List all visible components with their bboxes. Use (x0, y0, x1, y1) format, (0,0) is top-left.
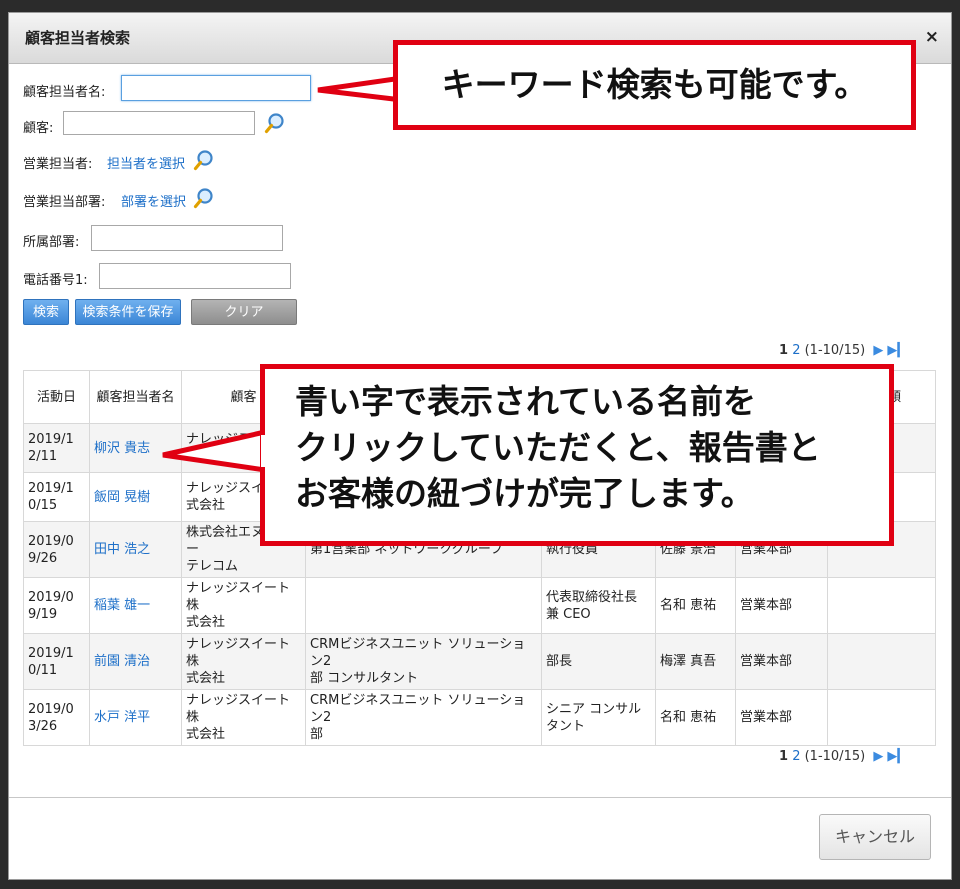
cell-activity-date: 2019/0 3/26 (23, 689, 90, 746)
cell-category (827, 633, 936, 690)
cell-activity-date: 2019/1 0/15 (23, 472, 90, 522)
phone-label: 電話番号1: (23, 273, 88, 288)
cell-dept: CRMビジネスユニット ソリューション2 部 コンサルタント (305, 633, 542, 690)
last-page-icon[interactable]: ▶▎ (887, 749, 907, 764)
header-activity-date: 活動日 (23, 370, 90, 424)
cell-sales-rep: 名和 恵祐 (655, 577, 736, 634)
customer-input[interactable] (63, 111, 255, 135)
table-row: 2019/1 0/11 前園 清治 ナレッジスイート株 式会社 CRMビジネスユニット… (23, 633, 936, 690)
cell-sales-dept: 営業本部 (735, 633, 828, 690)
callout-click-name: 青い字で表示されている名前を クリックしていただくと、報告書と お客様の紐づけが… (260, 364, 894, 546)
clear-button[interactable]: クリア (191, 299, 297, 325)
cell-activity-date: 2019/0 9/19 (23, 577, 90, 634)
pagination-top: 1 2 (1-10/15) ▶ ▶▎ (779, 343, 907, 358)
cell-contact-name[interactable]: 水戸 洋平 (89, 689, 182, 746)
cell-category (827, 689, 936, 746)
sales-dept-label: 営業担当部署: (23, 195, 106, 210)
header-contact-name: 顧客担当者名 (89, 370, 182, 424)
cell-customer: ナレッジスイート株 式会社 (181, 633, 306, 690)
cell-title: 部長 (541, 633, 656, 690)
cell-contact-name[interactable]: 田中 浩之 (89, 521, 182, 578)
page-link-2[interactable]: 2 (792, 343, 800, 358)
next-page-icon[interactable]: ▶ (873, 343, 883, 358)
close-icon[interactable]: × (925, 27, 939, 47)
save-conditions-button[interactable]: 検索条件を保存 (75, 299, 181, 325)
footer-divider (9, 797, 951, 798)
table-row: 2019/0 3/26 水戸 洋平 ナレッジスイート株 式会社 CRMビジネスユニット… (23, 689, 936, 746)
contact-name-label: 顧客担当者名: (23, 85, 106, 100)
cell-category (827, 577, 936, 634)
page-range: (1-10/15) (804, 749, 866, 764)
cell-dept: CRMビジネスユニット ソリューション2 部 (305, 689, 542, 746)
cancel-button[interactable]: キャンセル (819, 814, 931, 860)
cell-customer: ナレッジスイート株 式会社 (181, 689, 306, 746)
callout-line: お客様の紐づけが完了します。 (295, 474, 754, 513)
search-icon[interactable] (264, 112, 286, 134)
page-range: (1-10/15) (804, 343, 866, 358)
page-link-2[interactable]: 2 (792, 749, 800, 764)
last-page-icon[interactable]: ▶▎ (887, 343, 907, 358)
callout-line: クリックしていただくと、報告書と (295, 428, 821, 467)
page-current: 1 (779, 343, 789, 358)
cell-contact-name[interactable]: 柳沢 貴志 (89, 423, 182, 473)
search-icon[interactable] (193, 187, 215, 209)
search-icon[interactable] (193, 149, 215, 171)
cell-sales-dept: 営業本部 (735, 577, 828, 634)
department-input[interactable] (91, 225, 283, 251)
cell-sales-dept: 営業本部 (735, 689, 828, 746)
table-row: 2019/0 9/19 稲葉 雄一 ナレッジスイート株 式会社 代表取締役社長 兼 C… (23, 577, 936, 634)
dialog-title: 顧客担当者検索 (25, 29, 131, 47)
callout-keyword-search: キーワード検索も可能です。 (393, 40, 916, 130)
next-page-icon[interactable]: ▶ (873, 749, 883, 764)
customer-label: 顧客: (23, 121, 54, 136)
cell-title: 代表取締役社長 兼 CEO (541, 577, 656, 634)
sales-rep-label: 営業担当者: (23, 157, 93, 172)
cell-contact-name[interactable]: 飯岡 晃樹 (89, 472, 182, 522)
cell-activity-date: 2019/1 0/11 (23, 633, 90, 690)
cell-activity-date: 2019/1 2/11 (23, 423, 90, 473)
select-dept-link[interactable]: 部署を選択 (121, 191, 186, 210)
select-sales-rep-link[interactable]: 担当者を選択 (107, 153, 185, 172)
cell-dept (305, 577, 542, 634)
department-label: 所属部署: (23, 235, 80, 250)
cell-contact-name[interactable]: 稲葉 雄一 (89, 577, 182, 634)
phone-input[interactable] (99, 263, 291, 289)
cell-customer: ナレッジスイート株 式会社 (181, 577, 306, 634)
cell-contact-name[interactable]: 前園 清治 (89, 633, 182, 690)
cell-sales-rep: 梅澤 真吾 (655, 633, 736, 690)
contact-name-input[interactable] (121, 75, 311, 101)
page-current: 1 (779, 749, 789, 764)
callout-line: 青い字で表示されている名前を (295, 382, 757, 421)
cell-activity-date: 2019/0 9/26 (23, 521, 90, 578)
search-button[interactable]: 検索 (23, 299, 69, 325)
cell-sales-rep: 名和 恵祐 (655, 689, 736, 746)
pagination-bottom: 1 2 (1-10/15) ▶ ▶▎ (779, 749, 907, 764)
cell-title: シニア コンサル タント (541, 689, 656, 746)
